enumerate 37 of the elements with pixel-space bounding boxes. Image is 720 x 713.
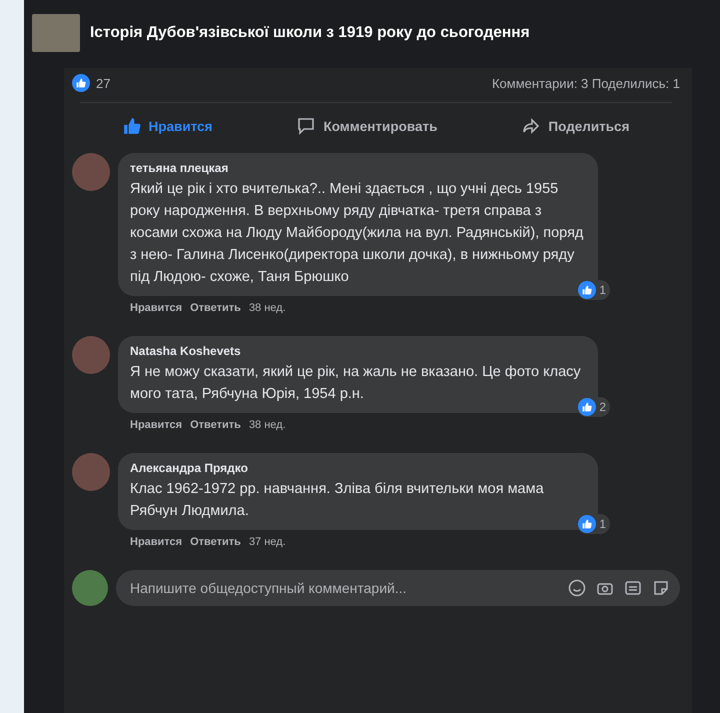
comment-time[interactable]: 37 нед. xyxy=(248,536,286,548)
comment-text: Клас 1962-1972 рр. навчання. Зліва біля вчительки моя мама Рябчун Людмила. xyxy=(130,480,545,521)
avatar xyxy=(72,570,108,606)
thumbs-up-icon xyxy=(582,402,592,412)
reply-link[interactable]: Ответить xyxy=(190,419,241,431)
reaction-count[interactable]: 27 xyxy=(96,76,110,90)
thumbs-up-icon xyxy=(582,519,592,529)
post-title[interactable]: Історія Дубов'язівської школи з 1919 року до сьогодення xyxy=(90,24,530,42)
share-arrow-icon xyxy=(522,117,540,135)
share-button[interactable]: Поделиться xyxy=(512,113,640,139)
speech-bubble-icon xyxy=(297,117,316,135)
comment-time[interactable]: 38 нед. xyxy=(248,302,286,314)
reaction-count[interactable]: 1 xyxy=(599,283,606,297)
comment-text: Я не можу сказати, який це рік, на жаль не вказано. Це фото класу мого тата, Рябчуна Юрія, 1954 р.н. xyxy=(130,363,582,404)
smiley-icon[interactable] xyxy=(568,579,586,597)
comment-time[interactable]: 38 нед. xyxy=(248,419,286,431)
reaction-count[interactable]: 2 xyxy=(599,400,606,414)
comments-shares-count[interactable]: Комментарии: 3 Поделились: 1 xyxy=(492,76,680,90)
thumbs-up-icon xyxy=(122,117,141,135)
like-button[interactable]: Нравится xyxy=(112,113,222,139)
like-link[interactable]: Нравится xyxy=(130,302,182,314)
sticker-icon[interactable] xyxy=(652,579,670,597)
reply-link[interactable]: Ответить xyxy=(190,302,241,314)
comment-field[interactable]: Напишите общедоступный комментарий... xyxy=(116,570,680,606)
reply-link[interactable]: Ответить xyxy=(190,536,241,548)
comment-input[interactable]: Напишите общедоступный комментарий... xyxy=(128,579,558,597)
thumbs-up-icon xyxy=(582,285,592,295)
comment-author[interactable]: Natasha Koshevets xyxy=(130,344,586,358)
comment-author[interactable]: Александра Прядко xyxy=(130,461,586,475)
comment-button[interactable]: Комментировать xyxy=(287,113,448,139)
like-link[interactable]: Нравится xyxy=(130,419,182,431)
reaction-count[interactable]: 1 xyxy=(599,517,606,531)
thumbs-up-icon xyxy=(76,78,86,88)
comment-author[interactable]: тетьяна плецкая xyxy=(130,161,586,175)
group-thumbnail xyxy=(32,14,80,52)
comment-text: Який це рік і хто вчителька?.. Мені здається , що учні десь 1955 року народження. В верхньому ряду дівчатка- третя справа з косами схожа на Люду Майбороду(жила на вул. Радянській), поряд з нею- Галина Лисенко(директора школи дочка), в нижньому ряду під Людою- схоже, Таня Брюшко xyxy=(130,180,584,287)
like-link[interactable]: Нравится xyxy=(130,536,182,548)
